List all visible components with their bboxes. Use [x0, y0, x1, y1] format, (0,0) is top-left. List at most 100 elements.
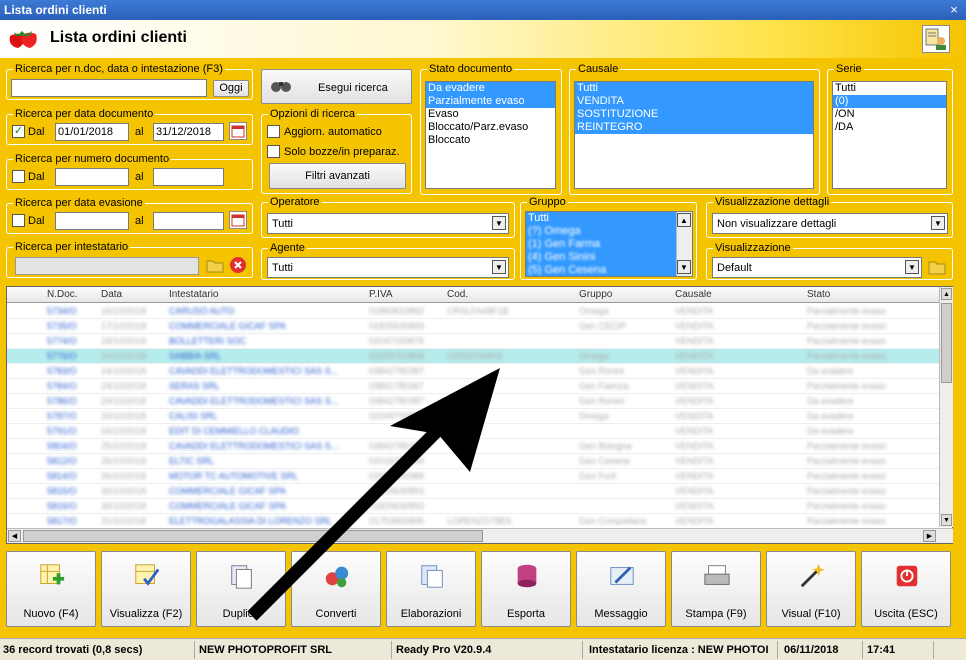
series-listbox[interactable]: Tutti (0)/ON/DA — [832, 81, 947, 189]
chevron-up-icon[interactable]: ▲ — [677, 213, 691, 227]
series-legend: Serie — [834, 63, 864, 75]
evasion-checkbox[interactable] — [12, 214, 25, 227]
number-from-input[interactable] — [55, 168, 129, 186]
view-select[interactable]: Default ▼ — [712, 257, 922, 278]
table-cell[interactable]: COMMERCIALE GICAF SPA — [169, 321, 365, 331]
chevron-down-icon[interactable]: ▼ — [492, 260, 506, 274]
list-item[interactable]: Bloccato — [426, 134, 555, 147]
column-header[interactable]: Cod. — [447, 289, 468, 300]
causal-listbox[interactable]: Tutti VENDITA SOSTITUZIONE REINTEGRO — [574, 81, 814, 189]
table-cell[interactable]: 5815/O — [47, 486, 97, 496]
table-cell[interactable]: 5814/O — [47, 471, 97, 481]
chevron-down-icon[interactable]: ▼ — [677, 260, 691, 274]
calendar-icon[interactable] — [229, 211, 247, 229]
table-cell[interactable]: 5786/O — [47, 396, 97, 406]
list-item[interactable]: REINTEGRO — [575, 121, 813, 134]
list-item[interactable]: (5) Gen Cesena — [526, 264, 676, 276]
table-cell[interactable]: 5812/O — [47, 456, 97, 466]
list-item[interactable]: Parzialmente evaso — [426, 95, 555, 108]
scroll-up-icon[interactable]: ▲ — [941, 288, 952, 300]
drafts-only-checkbox[interactable] — [267, 145, 280, 158]
scroll-down-icon[interactable]: ▼ — [941, 514, 952, 526]
list-item[interactable]: /DA — [833, 121, 946, 134]
calendar-icon[interactable] — [229, 122, 247, 140]
toolbar-button[interactable]: Visual (F10) — [766, 551, 856, 627]
table-cell[interactable]: 5774/O — [47, 336, 97, 346]
folder-icon[interactable] — [927, 257, 947, 277]
chevron-down-icon[interactable]: ▼ — [931, 216, 945, 230]
toolbar-button[interactable]: Visualizza (F2) — [101, 551, 191, 627]
list-item[interactable]: (1) Gen Farma — [526, 238, 676, 251]
column-header[interactable]: Causale — [675, 289, 712, 300]
table-cell[interactable]: 5787/O — [47, 411, 97, 421]
list-item[interactable]: (?) Omega — [526, 225, 676, 238]
clear-icon[interactable] — [229, 256, 247, 274]
chevron-down-icon[interactable]: ▼ — [905, 260, 919, 274]
table-row[interactable]: 5735/O 17/10/2018 COMMERCIALE GICAF SPA 018… — [7, 319, 939, 334]
chevron-down-icon[interactable]: ▼ — [492, 216, 506, 230]
table-cell[interactable]: 5735/O — [47, 321, 97, 331]
list-item[interactable]: (0) — [833, 95, 946, 108]
vertical-scroll-thumb[interactable] — [941, 303, 952, 383]
list-item[interactable]: Da evadere — [426, 82, 555, 95]
column-header[interactable]: P.IVA — [369, 289, 393, 300]
table-row[interactable]: 5734/O 16/10/2018 CARUSO AUTO 01860610892 CR… — [7, 304, 939, 319]
toolbar-button[interactable]: Stampa (F9) — [671, 551, 761, 627]
table-row[interactable]: 5774/O 18/10/2018 BOLLETTERI SOC 0204715087… — [7, 334, 939, 349]
holder-input[interactable] — [15, 257, 199, 275]
close-icon[interactable]: × — [946, 0, 962, 20]
search-ndoc-input[interactable] — [11, 79, 207, 97]
column-header[interactable]: Gruppo — [579, 289, 612, 300]
run-search-button[interactable]: Esegui ricerca — [261, 69, 412, 104]
today-button[interactable]: Oggi — [213, 80, 249, 97]
toolbar-button[interactable]: Messaggio — [576, 551, 666, 627]
table-cell[interactable]: 5791/O — [47, 426, 97, 436]
toolbar-button[interactable]: Nuovo (F4) — [6, 551, 96, 627]
column-header[interactable]: Data — [101, 289, 122, 300]
table-cell[interactable]: CARUSO AUTO — [169, 306, 365, 316]
table-cell[interactable]: 5804/O — [47, 441, 97, 451]
table-cell: Gen Crespellano — [579, 516, 647, 526]
scroll-right-icon[interactable]: ▶ — [923, 530, 936, 542]
advanced-filters-button[interactable]: Filtri avanzati — [269, 163, 406, 189]
table-cell[interactable]: BOLLETTERI SOC — [169, 336, 365, 346]
list-item[interactable]: Tutti — [575, 82, 813, 95]
table-cell[interactable]: 5734/O — [47, 306, 97, 316]
date-checkbox[interactable]: ✓ — [12, 125, 25, 138]
date-to-input[interactable] — [153, 123, 224, 141]
column-header[interactable]: Intestatario — [169, 289, 218, 300]
number-checkbox[interactable] — [12, 170, 25, 183]
number-to-input[interactable] — [153, 168, 224, 186]
auto-update-checkbox[interactable] — [267, 125, 280, 138]
list-item[interactable]: VENDITA — [575, 95, 813, 108]
column-header[interactable]: Stato — [807, 289, 830, 300]
table-cell[interactable]: 5817/O — [47, 516, 97, 526]
list-item[interactable]: SOSTITUZIONE — [575, 108, 813, 121]
agent-select[interactable]: Tutti ▼ — [267, 257, 509, 278]
list-item[interactable]: /ON — [833, 108, 946, 121]
list-item[interactable]: (4) Gen Sinini — [526, 251, 676, 264]
operator-legend: Operatore — [268, 196, 322, 208]
column-header[interactable]: N.Doc. — [47, 289, 78, 300]
table-cell[interactable]: 5784/O — [47, 381, 97, 391]
status-listbox[interactable]: Da evadere Parzialmente evaso Evaso Bloccat… — [425, 81, 556, 189]
scroll-left-icon[interactable]: ◀ — [8, 530, 21, 542]
table-cell[interactable]: 5783/O — [47, 366, 97, 376]
evasion-from-input[interactable] — [55, 212, 129, 230]
group-listbox[interactable]: Tutti (?) Omega (1) Gen Farma (4) Gen Sinin… — [525, 211, 693, 277]
table-cell[interactable]: 5776/O — [47, 351, 97, 361]
print-icon — [704, 565, 730, 585]
list-item[interactable]: Tutti — [833, 82, 946, 95]
vertical-scrollbar[interactable]: ▲ ▼ — [939, 287, 953, 527]
operator-select[interactable]: Tutti ▼ — [267, 213, 509, 234]
toolbar-button[interactable]: Uscita (ESC) — [861, 551, 951, 627]
evasion-to-input[interactable] — [153, 212, 224, 230]
date-from-input[interactable] — [55, 123, 129, 141]
folder-icon[interactable] — [206, 257, 224, 274]
list-item[interactable]: Bloccato/Parz.evaso — [426, 121, 555, 134]
users-list-icon[interactable] — [922, 25, 950, 53]
table-cell[interactable]: 5816/O — [47, 501, 97, 511]
detail-view-select[interactable]: Non visualizzare dettagli ▼ — [712, 213, 948, 234]
list-item[interactable]: Tutti — [526, 212, 676, 225]
list-item[interactable]: Evaso — [426, 108, 555, 121]
